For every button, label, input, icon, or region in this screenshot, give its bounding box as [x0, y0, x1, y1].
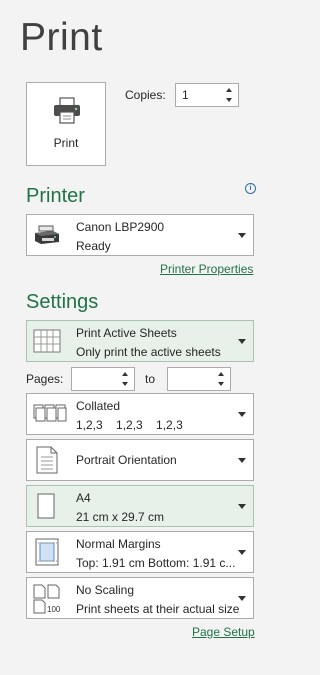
print-what-dropdown[interactable]: Print Active Sheets Only print the activ…: [26, 320, 254, 362]
margins-dropdown[interactable]: Normal Margins Top: 1.91 cm Bottom: 1.91…: [26, 531, 254, 573]
portrait-page-icon: [33, 446, 61, 474]
sheets-grid-icon: [33, 327, 61, 355]
printer-properties-link[interactable]: Printer Properties: [160, 262, 253, 276]
scaling-icon: 100: [33, 584, 61, 614]
collation-title: Collated: [76, 399, 121, 413]
print-button-label: Print: [53, 136, 79, 150]
page-setup-link[interactable]: Page Setup: [192, 625, 255, 639]
pages-label: Pages:: [26, 372, 64, 386]
paper-icon: [33, 492, 61, 520]
margins-description: Top: 1.91 cm Bottom: 1.91 c...: [76, 556, 236, 570]
settings-heading: Settings: [26, 291, 99, 313]
pages-to-input[interactable]: [167, 367, 231, 391]
printer-device-icon: [33, 221, 61, 249]
printer-name: Canon LBP2900: [76, 220, 165, 234]
printer-heading: Printer: [26, 185, 85, 207]
orientation-dropdown[interactable]: Portrait Orientation: [26, 439, 254, 481]
scaling-dropdown[interactable]: 100 No Scaling Print sheets at their act…: [26, 577, 254, 619]
spin-down-icon[interactable]: [226, 98, 232, 102]
print-what-title: Print Active Sheets: [76, 326, 177, 340]
spin-down-icon[interactable]: [122, 382, 128, 386]
copies-spin-arrows[interactable]: [225, 86, 235, 104]
spin-up-icon[interactable]: [122, 372, 128, 376]
pages-from-spin[interactable]: [121, 370, 131, 388]
chevron-down-icon[interactable]: [238, 339, 246, 344]
margins-icon: [33, 538, 61, 566]
scaling-description: Print sheets at their actual size: [76, 602, 240, 616]
copies-label: Copies:: [125, 88, 166, 102]
chevron-down-icon[interactable]: [238, 504, 246, 509]
collated-pages-icon: [33, 400, 67, 428]
paper-size-dimensions: 21 cm x 29.7 cm: [76, 510, 165, 524]
spin-up-icon[interactable]: [218, 372, 224, 376]
copies-value[interactable]: 1: [182, 88, 189, 102]
chevron-down-icon[interactable]: [238, 550, 246, 555]
info-icon[interactable]: i: [245, 183, 256, 194]
copies-stepper[interactable]: 1: [175, 83, 239, 107]
page-title: Print: [20, 16, 103, 59]
printer-icon: [52, 97, 82, 125]
collation-dropdown[interactable]: Collated 1,2,3 1,2,3 1,2,3: [26, 393, 254, 435]
pages-to-label: to: [145, 372, 156, 386]
spin-down-icon[interactable]: [218, 382, 224, 386]
spin-up-icon[interactable]: [226, 88, 232, 92]
print-what-description: Only print the active sheets: [76, 345, 221, 359]
printer-status: Ready: [76, 239, 111, 253]
margins-title: Normal Margins: [76, 537, 161, 551]
collation-description: 1,2,3 1,2,3 1,2,3: [76, 418, 183, 432]
pages-from-input[interactable]: [71, 367, 135, 391]
scaling-icon-text: 100: [47, 605, 61, 614]
paper-size-dropdown[interactable]: A4 21 cm x 29.7 cm: [26, 485, 254, 527]
pages-to-spin[interactable]: [217, 370, 227, 388]
chevron-down-icon[interactable]: [238, 596, 246, 601]
paper-size-title: A4: [76, 491, 91, 505]
print-button[interactable]: Print: [26, 82, 106, 166]
chevron-down-icon[interactable]: [238, 233, 246, 238]
chevron-down-icon[interactable]: [238, 412, 246, 417]
printer-dropdown[interactable]: Canon LBP2900 Ready: [26, 214, 254, 256]
orientation-label: Portrait Orientation: [76, 453, 177, 467]
chevron-down-icon[interactable]: [238, 458, 246, 463]
scaling-title: No Scaling: [76, 583, 135, 597]
